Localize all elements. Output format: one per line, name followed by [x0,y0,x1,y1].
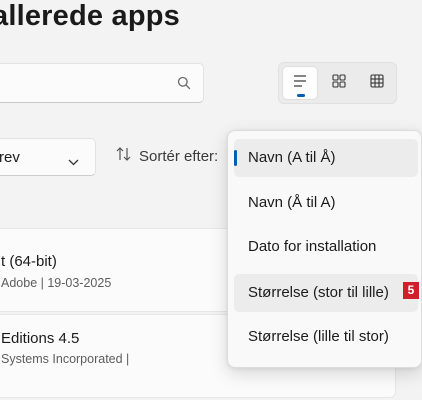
sort-option-name-desc[interactable]: Navn (Å til A) [234,184,418,222]
sort-option-name-asc[interactable]: Navn (A til Å) [234,139,418,177]
search-icon[interactable] [177,76,191,95]
app-meta: Systems Incorporated | [1,352,130,366]
active-indicator [297,94,305,97]
step-badge: 5 [403,282,419,299]
table-view-icon [370,73,384,93]
sort-option-label: Navn (Å til A) [248,194,336,211]
sort-option-label: Størrelse (stor til lille) [248,284,389,301]
sort-option-size-desc[interactable]: Størrelse (stor til lille) [234,274,418,312]
grid-view-button[interactable] [321,66,357,100]
chevron-down-icon [68,153,79,171]
list-view-button[interactable] [282,66,318,100]
grid-view-icon [332,73,346,93]
filter-dropdown[interactable]: rev [0,138,96,176]
app-name: t (64-bit) [1,253,57,270]
selected-indicator [234,150,237,166]
table-view-button[interactable] [359,66,395,100]
sort-label: Sortér efter: [139,147,219,165]
page-title: allerede apps [0,0,180,32]
sort-icon [116,147,132,165]
app-meta: Adobe | 19-03-2025 [1,276,112,290]
sort-option-install-date[interactable]: Dato for installation [234,228,418,266]
app-name: Editions 4.5 [1,330,80,347]
list-view-icon [292,74,308,93]
sort-option-label: Navn (A til Å) [248,149,336,166]
search-box[interactable] [0,63,204,103]
search-input[interactable] [3,72,163,94]
filter-dropdown-label: rev [0,149,20,166]
view-mode-switcher [278,62,397,104]
sort-option-label: Dato for installation [248,238,377,255]
sort-option-label: Størrelse (lille til stor) [248,328,389,345]
sort-button[interactable]: Sortér efter: [116,147,218,165]
sort-menu: Navn (A til Å) Navn (Å til A) Dato for i… [227,130,422,368]
sort-option-size-asc[interactable]: Størrelse (lille til stor) [234,318,418,356]
